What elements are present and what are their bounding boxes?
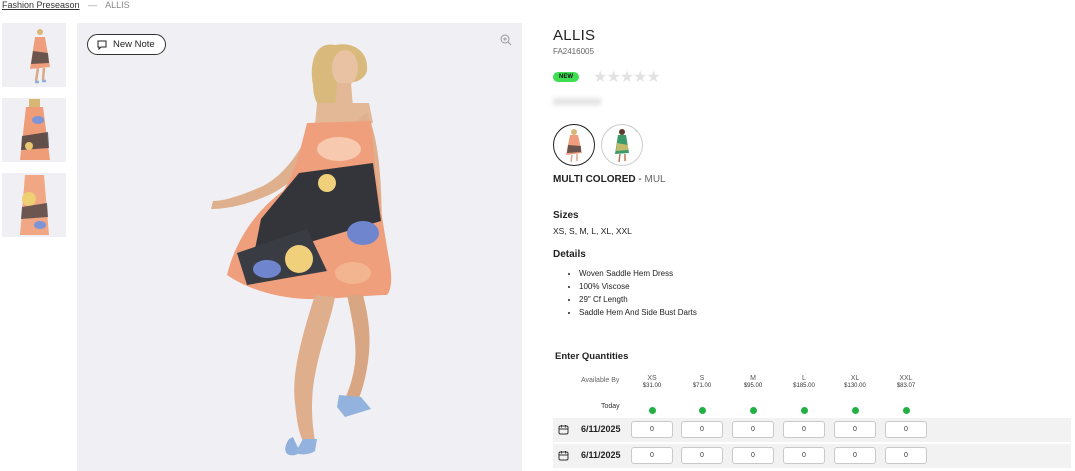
rating-stars[interactable]: ★★★★★ [593, 67, 661, 87]
new-badge: NEW [553, 72, 579, 82]
sizes-heading: Sizes [553, 210, 579, 221]
quantity-input-s[interactable]: 0 [681, 421, 723, 438]
star-icon[interactable]: ★ [593, 69, 607, 86]
quantity-input-xl[interactable]: 0 [834, 421, 876, 438]
quantity-input-xs[interactable]: 0 [631, 421, 673, 438]
size-label: M [750, 375, 756, 382]
delivery-date[interactable]: 6/11/2025 [581, 424, 621, 434]
details-heading: Details [553, 249, 586, 260]
color-name: MULTI COLORED [553, 174, 636, 185]
quantity-input-xxl[interactable]: 0 [885, 421, 927, 438]
calendar-icon[interactable] [558, 450, 569, 461]
available-today-dot [800, 407, 808, 414]
star-icon[interactable]: ★ [606, 69, 620, 86]
size-column-s: S $71.00 [679, 375, 725, 414]
size-column-xs: XS $31.00 [629, 375, 675, 414]
size-price: $31.00 [642, 383, 662, 389]
available-by-label: Available By [581, 377, 620, 384]
product-sku: FA2416005 [553, 47, 594, 56]
thumbnail-list [2, 23, 66, 248]
available-today-dot [749, 407, 757, 414]
size-price: $95.00 [743, 383, 763, 389]
star-icon[interactable]: ★ [620, 69, 634, 86]
quantity-input-xl[interactable]: 0 [834, 447, 876, 464]
quantity-input-m[interactable]: 0 [732, 421, 774, 438]
quantity-input-m[interactable]: 0 [732, 447, 774, 464]
size-label: XS [647, 375, 657, 382]
available-today-dot [648, 407, 656, 414]
breadcrumb-current: ALLIS [105, 0, 130, 10]
details-item: 29" Cf Length [579, 293, 697, 306]
quantity-row: 6/11/2025 0 0 0 0 0 0 [553, 418, 1071, 442]
thumbnail-front[interactable] [2, 23, 66, 87]
sizes-list: XS, S, M, L, XL, XXL [553, 226, 632, 236]
calendar-icon[interactable] [558, 424, 569, 435]
enter-quantities-heading: Enter Quantities [555, 351, 629, 362]
details-item: Woven Saddle Hem Dress [579, 267, 697, 280]
breadcrumb-link-fashion-preseason[interactable]: Fashion Preseason [2, 0, 80, 10]
product-image-stage[interactable]: New Note [77, 23, 522, 471]
thumbnail-back[interactable] [2, 98, 66, 162]
size-column-l: L $185.00 [781, 375, 827, 414]
quantity-input-xxl[interactable]: 0 [885, 447, 927, 464]
size-column-xl: XL $130.00 [832, 375, 878, 414]
availability-dot [587, 126, 593, 132]
size-price: $71.00 [692, 383, 712, 389]
quantity-input-l[interactable]: 0 [783, 421, 825, 438]
size-label: L [802, 375, 806, 382]
color-swatch-multi[interactable] [553, 124, 595, 166]
available-today-dot [851, 407, 859, 414]
product-model-image [211, 44, 392, 456]
quantity-input-xs[interactable]: 0 [631, 447, 673, 464]
breadcrumb-separator: — [88, 0, 98, 10]
breadcrumb: Fashion Preseason — ALLIS [2, 0, 130, 11]
size-label: XXL [899, 375, 913, 382]
star-icon[interactable]: ★ [633, 69, 647, 86]
size-price: $130.00 [844, 383, 866, 389]
size-price: $185.00 [793, 383, 815, 389]
size-column-xxl: XXL $83.07 [883, 375, 929, 414]
details-list: Woven Saddle Hem Dress 100% Viscose 29" … [567, 267, 697, 319]
details-item: 100% Viscose [579, 280, 697, 293]
details-item: Saddle Hem And Side Bust Darts [579, 306, 697, 319]
thumbnail-detail[interactable] [2, 173, 66, 237]
selected-color: MULTI COLORED - MUL [553, 174, 666, 185]
quantity-input-l[interactable]: 0 [783, 447, 825, 464]
color-code: MUL [644, 174, 666, 185]
available-today-dot [902, 407, 910, 414]
product-title: ALLIS [553, 27, 596, 44]
quantity-input-s[interactable]: 0 [681, 447, 723, 464]
quantity-row: 6/11/2025 0 0 0 0 0 0 [553, 444, 1071, 468]
size-column-m: M $95.00 [730, 375, 776, 414]
today-label: Today [601, 403, 620, 410]
star-icon[interactable]: ★ [646, 69, 660, 86]
blurred-info: XXXXXXXX [553, 97, 602, 107]
color-swatch-green[interactable] [601, 124, 643, 166]
color-swatches [553, 124, 643, 166]
size-label: XL [850, 375, 860, 382]
size-price: $83.07 [896, 383, 916, 389]
available-today-dot [698, 407, 706, 414]
delivery-date[interactable]: 6/11/2025 [581, 450, 621, 460]
availability-dot [635, 126, 641, 132]
size-label: S [699, 375, 705, 382]
